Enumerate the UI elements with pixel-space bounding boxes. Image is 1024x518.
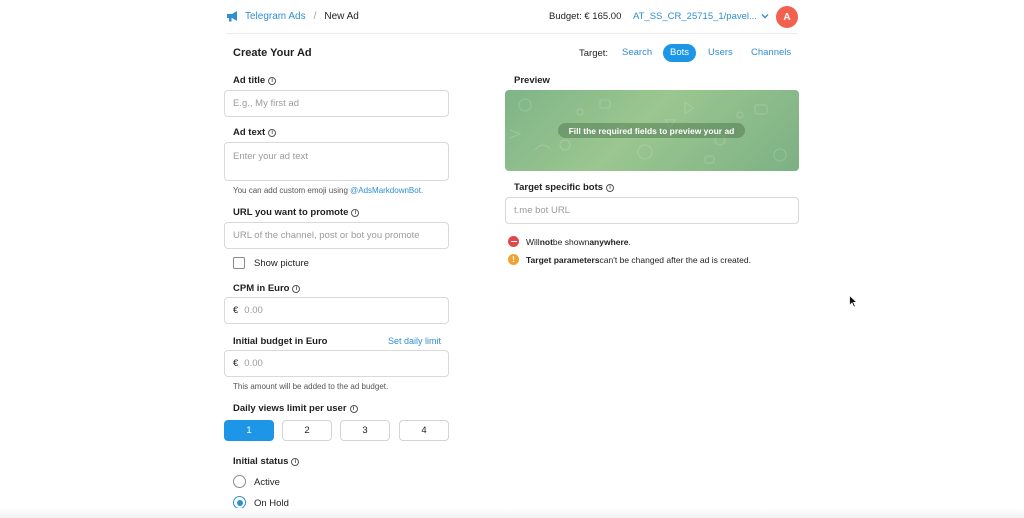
budget-placeholder: 0.00 — [244, 358, 263, 369]
tab-channels[interactable]: Channels — [744, 44, 798, 62]
info-icon[interactable]: i — [268, 76, 277, 85]
budget-label-text: Initial budget in Euro — [233, 336, 328, 347]
tab-search[interactable]: Search — [615, 44, 659, 62]
cpm-label: CPM in Euro i — [233, 283, 301, 294]
app-name-link[interactable]: Telegram Ads — [245, 11, 306, 22]
header-divider — [226, 33, 798, 34]
ad-title-placeholder: E.g., My first ad — [233, 98, 299, 109]
chevron-down-icon[interactable] — [760, 11, 770, 21]
cpm-input[interactable]: € 0.00 — [224, 297, 449, 324]
breadcrumb-separator: / — [313, 10, 317, 22]
status-label: Initial status i — [233, 456, 300, 467]
target-label: Target: — [579, 48, 609, 59]
notice-bold-target-parameters: Target parameters — [526, 254, 600, 265]
ad-text-hint-text: You can add custom emoji using — [233, 186, 348, 195]
avatar[interactable]: A — [776, 6, 798, 28]
ads-markdown-bot-link[interactable]: @AdsMarkdownBot. — [350, 186, 423, 195]
ad-text-hint: You can add custom emoji using @AdsMarkd… — [233, 186, 423, 195]
notice-bold-not: not — [539, 236, 553, 247]
exclamation-circle-icon: ! — [508, 254, 519, 265]
show-picture-label[interactable]: Show picture — [254, 258, 309, 269]
budget-hint: This amount will be added to the ad budg… — [233, 382, 389, 391]
views-option-3[interactable]: 3 — [340, 420, 390, 441]
notice-text-prefix: Will — [526, 236, 540, 247]
ad-text-label-text: Ad text — [233, 127, 266, 138]
info-icon[interactable]: i — [292, 284, 301, 293]
euro-symbol: € — [233, 358, 239, 369]
bots-label: Target specific bots i — [514, 182, 615, 193]
views-option-4[interactable]: 4 — [399, 420, 449, 441]
notice-not-shown: Will not be shown anywhere. — [508, 236, 631, 247]
info-icon[interactable]: i — [268, 128, 277, 137]
url-input[interactable]: URL of the channel, post or bot you prom… — [224, 222, 449, 249]
info-icon[interactable]: i — [351, 208, 360, 217]
notice-text-rest: can't be changed after the ad is created… — [599, 254, 751, 265]
info-icon[interactable]: i — [349, 404, 358, 413]
page-name: New Ad — [324, 10, 359, 22]
breadcrumb: Telegram Ads / New Ad — [226, 10, 359, 22]
ad-title-label: Ad title i — [233, 75, 277, 86]
status-label-text: Initial status — [233, 456, 289, 467]
bottom-edge — [0, 508, 1024, 518]
url-label: URL you want to promote i — [233, 207, 360, 218]
bot-url-input[interactable]: t.me bot URL — [505, 197, 799, 224]
views-option-1[interactable]: 1 — [224, 420, 274, 441]
minus-circle-icon — [508, 236, 519, 247]
cpm-label-text: CPM in Euro — [233, 283, 290, 294]
cpm-placeholder: 0.00 — [244, 305, 263, 316]
notice-target-params: ! Target parameters can't be changed aft… — [508, 254, 751, 265]
ad-text-placeholder: Enter your ad text — [233, 151, 308, 162]
url-placeholder: URL of the channel, post or bot you prom… — [233, 230, 420, 241]
preview-title: Preview — [514, 75, 550, 86]
bots-label-text: Target specific bots — [514, 182, 604, 193]
daily-views-label: Daily views limit per user i — [233, 403, 358, 414]
mouse-cursor-icon — [849, 295, 858, 308]
set-daily-limit-link[interactable]: Set daily limit — [388, 336, 441, 346]
tab-bots[interactable]: Bots — [663, 44, 697, 62]
notice-text-mid: be shown — [552, 236, 590, 247]
notice-text-end: . — [628, 236, 631, 247]
views-option-2[interactable]: 2 — [282, 420, 332, 441]
info-icon[interactable]: i — [291, 457, 300, 466]
preview-message: Fill the required fields to preview your… — [558, 123, 745, 138]
ad-text-input[interactable]: Enter your ad text — [224, 142, 449, 181]
tab-users[interactable]: Users — [701, 44, 740, 62]
show-picture-checkbox[interactable] — [233, 257, 245, 269]
euro-symbol: € — [233, 305, 239, 316]
budget-label: Initial budget in Euro — [233, 336, 327, 347]
ad-text-label: Ad text i — [233, 127, 277, 138]
form-title: Create Your Ad — [233, 47, 312, 59]
status-active-label[interactable]: Active — [254, 477, 280, 488]
status-active-radio[interactable] — [233, 475, 246, 488]
bot-url-placeholder: t.me bot URL — [514, 205, 570, 216]
daily-views-label-text: Daily views limit per user — [233, 403, 347, 414]
top-bar: Telegram Ads / New Ad Budget: € 165.00 A… — [0, 0, 1024, 33]
info-icon[interactable]: i — [606, 183, 615, 192]
ad-title-input[interactable]: E.g., My first ad — [224, 90, 449, 117]
budget-display: Budget: € 165.00 — [549, 11, 622, 22]
url-label-text: URL you want to promote — [233, 207, 349, 218]
budget-input[interactable]: € 0.00 — [224, 350, 449, 377]
account-selector[interactable]: AT_SS_CR_25715_1/pavel... — [633, 11, 757, 22]
megaphone-icon — [227, 11, 237, 22]
ad-title-label-text: Ad title — [233, 75, 266, 86]
notice-bold-anywhere: anywhere — [589, 236, 629, 247]
